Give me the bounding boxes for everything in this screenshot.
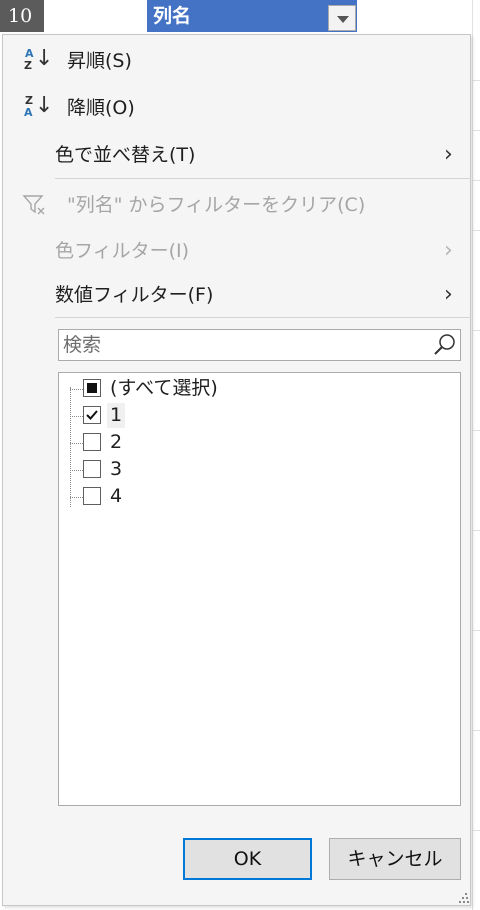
gridline [472, 80, 480, 81]
list-item-select-all[interactable]: (すべて選択) [59, 376, 459, 403]
chevron-right-icon: › [444, 282, 453, 307]
menu-label: 色で並べ替え(T) [55, 144, 196, 166]
list-item-label: 2 [110, 431, 123, 453]
gridline [472, 430, 480, 431]
column-header-cell[interactable]: 列名 [147, 0, 357, 32]
ok-button[interactable]: OK [183, 838, 312, 880]
gridline [472, 0, 473, 910]
cancel-button[interactable]: キャンセル [329, 838, 461, 880]
checkbox-unchecked[interactable] [83, 487, 101, 505]
gridline [472, 630, 480, 631]
gridline [472, 330, 480, 331]
checkbox-unchecked[interactable] [83, 433, 101, 451]
menu-number-filter[interactable]: 数値フィルター(F) › [3, 273, 470, 317]
menu-label: 降順(O) [67, 97, 135, 119]
menu-clear-filter[interactable]: "列名" からフィルターをクリア(C) [3, 183, 470, 227]
menu-label: 昇順(S) [67, 50, 132, 72]
list-item[interactable]: 2 [59, 430, 459, 457]
menu-separator [55, 178, 471, 179]
gridline [472, 730, 480, 731]
sort-descending-icon: Z A ↓ [24, 93, 54, 119]
menu-sort-descending[interactable]: Z A ↓ 降順(O) [3, 86, 470, 130]
list-item-label: 4 [110, 485, 123, 507]
checkbox-unchecked[interactable] [83, 460, 101, 478]
menu-label: "列名" からフィルターをクリア(C) [67, 194, 366, 216]
list-item-label: 1 [107, 403, 126, 428]
gridline [472, 180, 480, 181]
gridline [472, 830, 480, 831]
gridline [472, 230, 480, 231]
checkbox-indeterminate[interactable] [83, 379, 101, 397]
menu-sort-by-color[interactable]: 色で並べ替え(T) › [3, 133, 470, 177]
menu-sort-ascending[interactable]: A Z ↓ 昇順(S) [3, 39, 470, 83]
menu-separator [55, 317, 471, 318]
gridline [472, 530, 480, 531]
search-icon[interactable] [430, 330, 460, 360]
checkbox-checked[interactable] [83, 406, 101, 424]
list-item[interactable]: 1 [59, 403, 459, 430]
gridline [472, 130, 480, 131]
autofilter-dropdown-panel: A Z ↓ 昇順(S) Z A ↓ 降順(O) 色で並べ替え(T) › "列名"… [2, 34, 471, 906]
row-header[interactable]: 10 [0, 0, 44, 32]
list-item[interactable]: 3 [59, 457, 459, 484]
clear-filter-icon [21, 183, 47, 227]
list-item[interactable]: 4 [59, 484, 459, 511]
filter-values-list[interactable]: (すべて選択) 1 2 3 4 [58, 372, 461, 806]
filter-dropdown-button[interactable] [328, 5, 356, 31]
menu-label: 色フィルター(I) [55, 240, 190, 262]
list-item-label: 3 [110, 458, 123, 480]
menu-color-filter[interactable]: 色フィルター(I) › [3, 229, 470, 273]
menu-label: 数値フィルター(F) [55, 284, 214, 306]
search-placeholder: 検索 [63, 334, 102, 356]
chevron-right-icon: › [444, 142, 453, 167]
list-item-label: (すべて選択) [110, 377, 218, 399]
search-input[interactable]: 検索 [58, 329, 461, 361]
chevron-right-icon: › [444, 238, 453, 263]
sort-ascending-icon: A Z ↓ [24, 46, 54, 72]
resize-grip-icon[interactable] [459, 893, 469, 903]
